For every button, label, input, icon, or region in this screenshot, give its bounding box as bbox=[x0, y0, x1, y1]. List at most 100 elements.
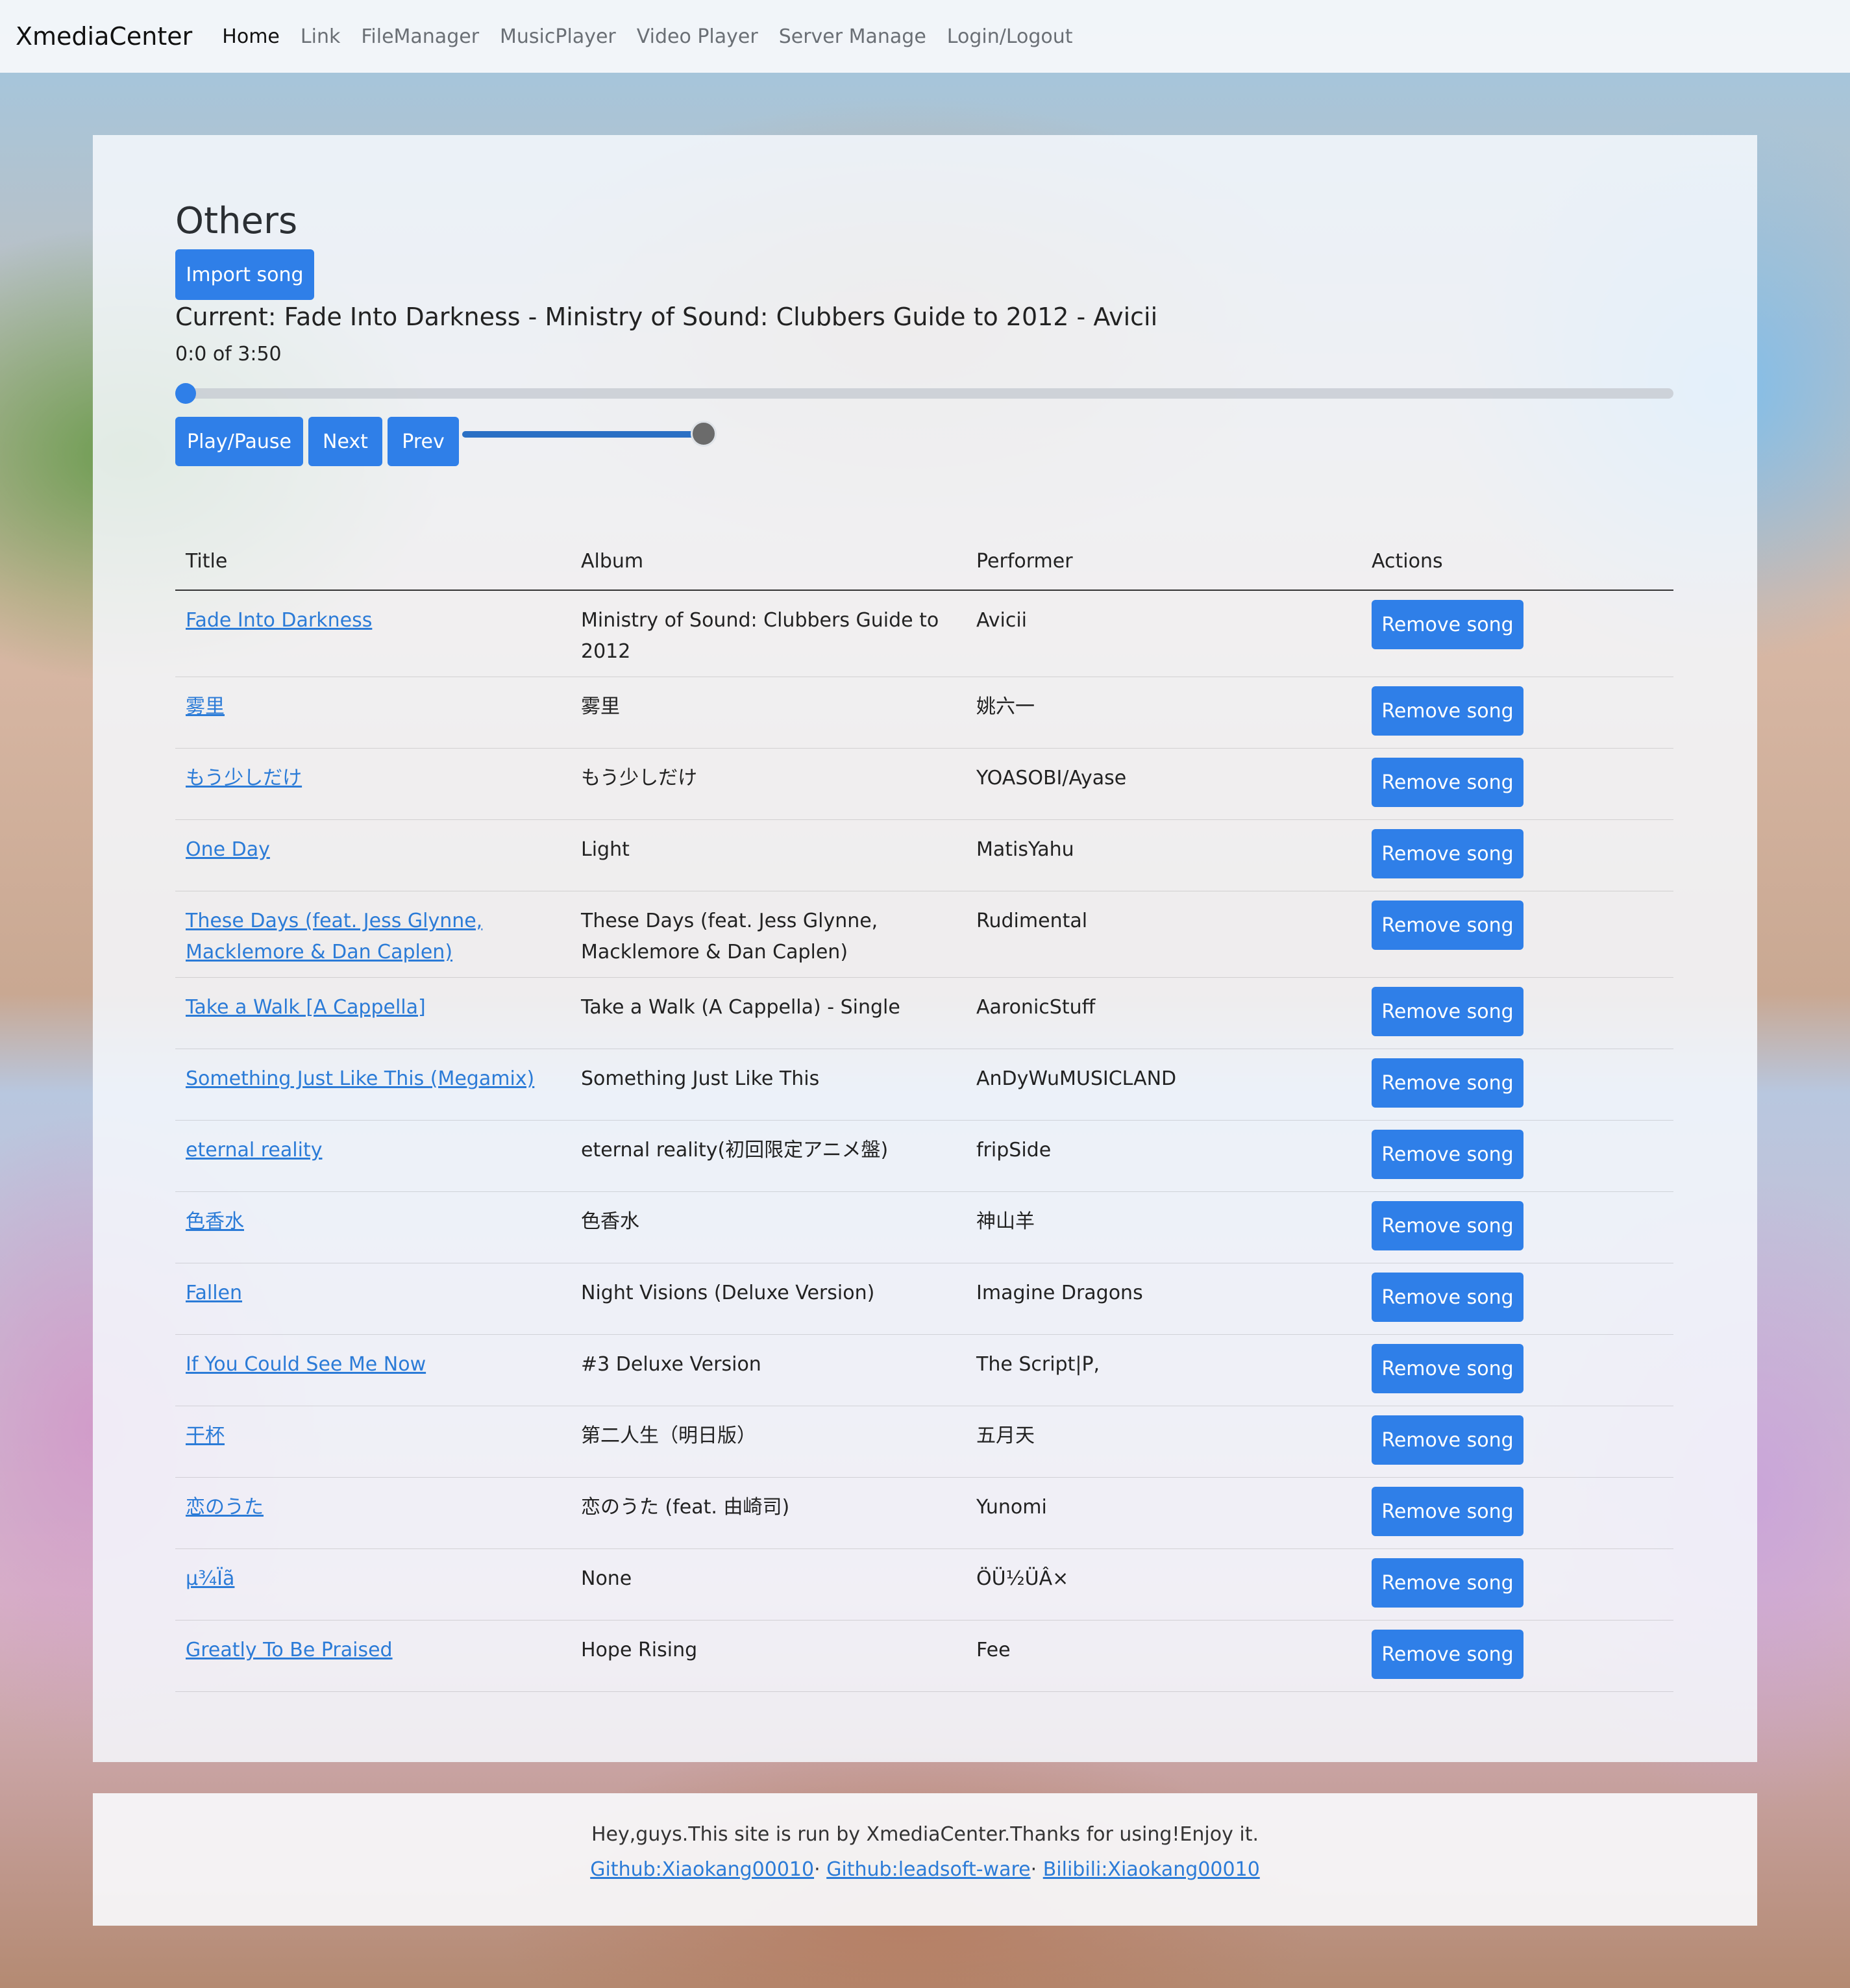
nav-link[interactable]: Link bbox=[301, 25, 340, 48]
cell-actions: Remove song bbox=[1361, 1263, 1673, 1335]
cell-title: 色香水 bbox=[175, 1191, 571, 1263]
remove-song-button[interactable]: Remove song bbox=[1372, 1344, 1523, 1393]
remove-song-button[interactable]: Remove song bbox=[1372, 1558, 1523, 1608]
nav-login-logout[interactable]: Login/Logout bbox=[947, 25, 1073, 48]
cell-album: Night Visions (Deluxe Version) bbox=[571, 1263, 966, 1335]
volume-fill bbox=[462, 431, 704, 438]
footer-link-github-leadsoft[interactable]: Github:leadsoft-ware bbox=[826, 1858, 1030, 1881]
cell-performer: fripSide bbox=[966, 1120, 1361, 1192]
remove-song-button[interactable]: Remove song bbox=[1372, 686, 1523, 736]
next-button[interactable]: Next bbox=[308, 417, 382, 466]
cell-performer: 神山羊 bbox=[966, 1191, 1361, 1263]
cell-performer: Rudimental bbox=[966, 891, 1361, 978]
section-title: Others bbox=[175, 200, 298, 242]
cell-album: None bbox=[571, 1548, 966, 1621]
table-row: Take a Walk [A Cappella] Take a Walk (A C… bbox=[175, 977, 1673, 1049]
cell-actions: Remove song bbox=[1361, 1334, 1673, 1406]
import-song-button[interactable]: Import song bbox=[175, 249, 314, 300]
remove-song-button[interactable]: Remove song bbox=[1372, 1415, 1523, 1465]
remove-song-button[interactable]: Remove song bbox=[1372, 987, 1523, 1036]
song-title-link[interactable]: µ¾Ïã bbox=[186, 1567, 234, 1590]
song-title-link[interactable]: Take a Walk [A Cappella] bbox=[186, 996, 426, 1019]
footer-text: Hey,guys.This site is run by XmediaCente… bbox=[591, 1823, 1259, 1846]
cell-title: One Day bbox=[175, 819, 571, 891]
cell-album: 雾里 bbox=[571, 677, 966, 749]
nav-videoplayer[interactable]: Video Player bbox=[637, 25, 758, 48]
cell-actions: Remove song bbox=[1361, 677, 1673, 749]
cell-performer: AnDyWuMUSICLAND bbox=[966, 1049, 1361, 1121]
remove-song-button[interactable]: Remove song bbox=[1372, 1273, 1523, 1322]
song-title-link[interactable]: もう少しだけ bbox=[186, 767, 302, 789]
song-title-link[interactable]: 雾里 bbox=[186, 695, 225, 718]
song-title-link[interactable]: These Days (feat. Jess Glynne, Macklemor… bbox=[186, 910, 482, 963]
nav-servermanage[interactable]: Server Manage bbox=[779, 25, 926, 48]
table-row: Something Just Like This (Megamix) Someth… bbox=[175, 1049, 1673, 1121]
cell-title: 干杯 bbox=[175, 1406, 571, 1478]
song-title-link[interactable]: 色香水 bbox=[186, 1210, 244, 1233]
cell-title: Greatly To Be Praised bbox=[175, 1620, 571, 1692]
cell-performer: 姚六一 bbox=[966, 677, 1361, 749]
prev-button[interactable]: Prev bbox=[388, 417, 459, 466]
song-title-link[interactable]: eternal reality bbox=[186, 1139, 322, 1162]
song-title-link[interactable]: Fallen bbox=[186, 1282, 242, 1304]
song-title-link[interactable]: Greatly To Be Praised bbox=[186, 1639, 393, 1661]
song-title-link[interactable]: One Day bbox=[186, 838, 270, 861]
song-title-link[interactable]: Something Just Like This (Megamix) bbox=[186, 1067, 534, 1090]
song-title-link[interactable]: 恋のうた bbox=[186, 1496, 264, 1519]
header-title: Title bbox=[175, 532, 571, 591]
cell-title: Something Just Like This (Megamix) bbox=[175, 1049, 571, 1121]
volume-handle[interactable] bbox=[691, 421, 717, 447]
table-header-row: Title Album Performer Actions bbox=[175, 532, 1673, 591]
cell-actions: Remove song bbox=[1361, 1477, 1673, 1549]
remove-song-button[interactable]: Remove song bbox=[1372, 1130, 1523, 1179]
cell-actions: Remove song bbox=[1361, 1191, 1673, 1263]
cell-performer: YOASOBI/Ayase bbox=[966, 748, 1361, 820]
footer-link-bilibili[interactable]: Bilibili:Xiaokang00010 bbox=[1043, 1858, 1260, 1881]
cell-performer: ÖÜ½ÜÂ× bbox=[966, 1548, 1361, 1621]
remove-song-button[interactable]: Remove song bbox=[1372, 1487, 1523, 1536]
brand-logo[interactable]: XmediaCenter bbox=[16, 22, 192, 51]
footer: Hey,guys.This site is run by XmediaCente… bbox=[93, 1793, 1757, 1926]
cell-performer: 五月天 bbox=[966, 1406, 1361, 1478]
cell-performer: Imagine Dragons bbox=[966, 1263, 1361, 1335]
song-title-link[interactable]: Fade Into Darkness bbox=[186, 609, 372, 632]
cell-album: Something Just Like This bbox=[571, 1049, 966, 1121]
cell-album: 恋のうた (feat. 由崎司) bbox=[571, 1477, 966, 1549]
footer-links: Github:Xiaokang00010· Github:leadsoft-wa… bbox=[93, 1858, 1757, 1881]
remove-song-button[interactable]: Remove song bbox=[1372, 829, 1523, 878]
table-row: µ¾Ïã None ÖÜ½ÜÂ× Remove song bbox=[175, 1548, 1673, 1621]
cell-album: eternal reality(初回限定アニメ盤) bbox=[571, 1120, 966, 1192]
progress-slider[interactable] bbox=[175, 388, 1673, 399]
table-row: These Days (feat. Jess Glynne, Macklemor… bbox=[175, 891, 1673, 978]
cell-album: もう少しだけ bbox=[571, 748, 966, 820]
cell-actions: Remove song bbox=[1361, 590, 1673, 677]
nav-filemanager[interactable]: FileManager bbox=[361, 25, 479, 48]
cell-actions: Remove song bbox=[1361, 819, 1673, 891]
song-title-link[interactable]: If You Could See Me Now bbox=[186, 1353, 426, 1376]
cell-album: Light bbox=[571, 819, 966, 891]
play-pause-button[interactable]: Play/Pause bbox=[175, 417, 303, 466]
song-title-link[interactable]: 干杯 bbox=[186, 1424, 225, 1447]
footer-link-github-xiaokang[interactable]: Github:Xiaokang00010 bbox=[590, 1858, 814, 1881]
remove-song-button[interactable]: Remove song bbox=[1372, 1630, 1523, 1679]
cell-actions: Remove song bbox=[1361, 1120, 1673, 1192]
cell-title: These Days (feat. Jess Glynne, Macklemor… bbox=[175, 891, 571, 978]
remove-song-button[interactable]: Remove song bbox=[1372, 1058, 1523, 1108]
volume-slider[interactable] bbox=[462, 431, 704, 438]
nav-musicplayer[interactable]: MusicPlayer bbox=[500, 25, 616, 48]
remove-song-button[interactable]: Remove song bbox=[1372, 600, 1523, 649]
remove-song-button[interactable]: Remove song bbox=[1372, 1201, 1523, 1250]
progress-handle[interactable] bbox=[175, 383, 196, 404]
cell-performer: Avicii bbox=[966, 590, 1361, 677]
cell-title: 雾里 bbox=[175, 677, 571, 749]
table-row: 干杯 第二人生（明日版） 五月天 Remove song bbox=[175, 1406, 1673, 1478]
table-row: もう少しだけ もう少しだけ YOASOBI/Ayase Remove song bbox=[175, 748, 1673, 820]
remove-song-button[interactable]: Remove song bbox=[1372, 901, 1523, 950]
cell-actions: Remove song bbox=[1361, 1049, 1673, 1121]
cell-title: µ¾Ïã bbox=[175, 1548, 571, 1621]
player-card: Others Import song Current: Fade Into Da… bbox=[93, 135, 1757, 1762]
cell-actions: Remove song bbox=[1361, 748, 1673, 820]
cell-actions: Remove song bbox=[1361, 891, 1673, 978]
remove-song-button[interactable]: Remove song bbox=[1372, 758, 1523, 807]
nav-home[interactable]: Home bbox=[222, 25, 280, 48]
